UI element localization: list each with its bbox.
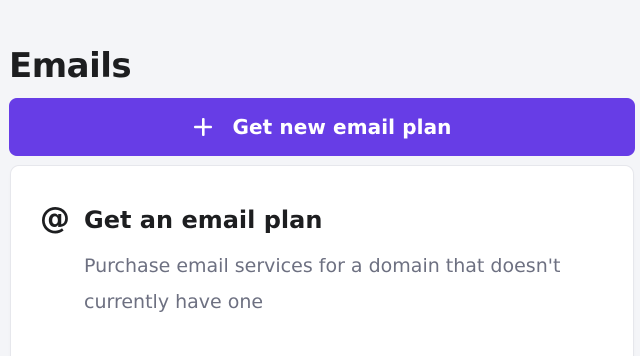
plus-icon [192,116,214,138]
page-title: Emails [9,46,132,86]
email-plan-card-title: Get an email plan [84,206,323,234]
get-new-email-plan-button[interactable]: Get new email plan [9,98,635,156]
at-sign-icon: @ [40,201,70,236]
emails-page: Emails Get new email plan @ Get an email… [0,0,640,356]
email-plan-card-description: Purchase email services for a domain tha… [84,255,561,313]
email-plan-card[interactable]: @ Get an email plan Purchase email servi… [11,166,633,356]
get-new-email-plan-label: Get new email plan [232,115,452,139]
